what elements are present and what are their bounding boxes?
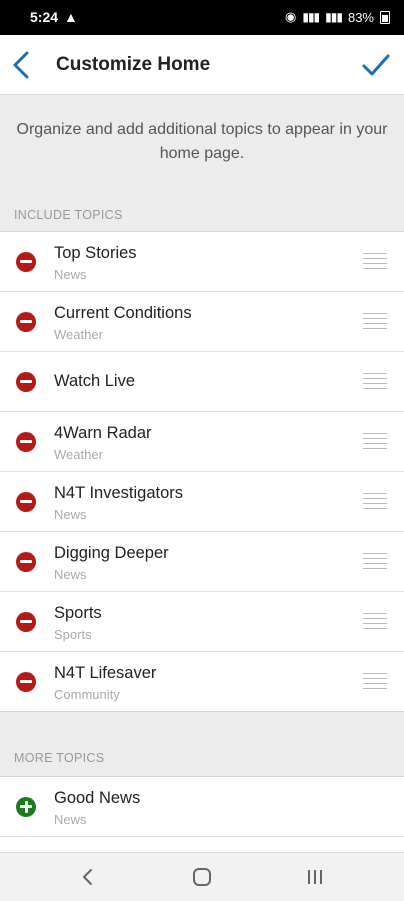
- topic-title: Digging Deeper: [54, 544, 169, 562]
- drag-handle-icon[interactable]: [363, 672, 387, 691]
- checkmark-icon: [362, 54, 390, 76]
- topic-category: News: [54, 812, 87, 827]
- drag-handle-icon[interactable]: [363, 372, 387, 391]
- page-title: Customize Home: [56, 54, 211, 75]
- included-topic-row: Digging Deeper News: [0, 532, 404, 592]
- included-topic-row: Current Conditions Weather: [0, 292, 404, 352]
- topic-title: Watch Live: [54, 372, 136, 390]
- topic-category: Sports: [54, 627, 92, 642]
- back-nav-button[interactable]: [80, 867, 96, 892]
- drag-handle-icon[interactable]: [363, 312, 387, 331]
- topic-category: News: [54, 567, 87, 582]
- included-topic-row: N4T Lifesaver Community: [0, 652, 404, 711]
- topic-category: News: [54, 267, 87, 282]
- topic-category: Weather: [54, 447, 103, 462]
- status-time: 5:24: [30, 9, 59, 25]
- warning-icon: ▲: [64, 9, 78, 25]
- remove-topic-icon[interactable]: [16, 671, 36, 692]
- topic-title: N4T Investigators: [54, 484, 184, 502]
- remove-topic-icon[interactable]: [16, 611, 36, 632]
- included-topic-row: Top Stories News: [0, 232, 404, 292]
- nav-back-icon: [83, 869, 92, 885]
- more-topics-header: MORE TOPICS: [14, 751, 105, 765]
- battery-icon: [380, 10, 390, 24]
- remove-topic-icon[interactable]: [16, 551, 36, 572]
- battery-percent: 83%: [347, 9, 374, 25]
- topic-title: Current Conditions: [54, 304, 192, 322]
- drag-handle-icon[interactable]: [363, 432, 387, 451]
- topic-title: 4Warn Radar: [54, 424, 152, 442]
- done-button[interactable]: [360, 49, 392, 81]
- add-topic-icon[interactable]: [16, 796, 36, 817]
- hotspot-icon: ◉: [285, 9, 297, 24]
- include-topics-header: INCLUDE TOPICS: [14, 208, 123, 222]
- topic-category: Community: [54, 687, 120, 702]
- included-topic-row: N4T Investigators News: [0, 472, 404, 532]
- intro-text: Organize and add additional topics to ap…: [16, 121, 388, 162]
- topic-category: Weather: [54, 327, 103, 342]
- remove-topic-icon[interactable]: [16, 251, 36, 272]
- topic-category: News: [54, 507, 87, 522]
- included-topic-row: Watch Live: [0, 352, 404, 412]
- signal-icon-2: ▮▮▮: [325, 10, 343, 24]
- nav-home-icon: [193, 868, 211, 886]
- topic-title: N4T Lifesaver: [54, 664, 157, 682]
- nav-recents-icon: [308, 870, 322, 884]
- recents-nav-button[interactable]: [305, 867, 325, 892]
- drag-handle-icon[interactable]: [363, 612, 387, 631]
- app-bar: Customize Home: [0, 35, 404, 95]
- system-nav-bar: [0, 852, 404, 901]
- drag-handle-icon[interactable]: [363, 252, 387, 271]
- status-icons: ◉ ▮▮▮ ▮▮▮ 83%: [285, 9, 390, 25]
- remove-topic-icon[interactable]: [16, 431, 36, 452]
- signal-icon: ▮▮▮: [302, 10, 320, 24]
- topic-title: Sports: [54, 604, 102, 622]
- topic-title: Good News: [54, 789, 141, 807]
- remove-topic-icon[interactable]: [16, 371, 36, 392]
- status-bar: 5:24 ▲ ◉ ▮▮▮ ▮▮▮ 83%: [0, 0, 404, 35]
- chevron-left-icon: [13, 51, 29, 79]
- back-button[interactable]: [8, 49, 38, 81]
- drag-handle-icon[interactable]: [363, 552, 387, 571]
- home-nav-button[interactable]: [192, 867, 212, 892]
- included-topic-row: 4Warn Radar Weather: [0, 412, 404, 472]
- include-topics-list: Top Stories News Current Conditions Weather…: [0, 231, 404, 712]
- remove-topic-icon[interactable]: [16, 491, 36, 512]
- more-topic-row: Good News News: [0, 777, 404, 837]
- remove-topic-icon[interactable]: [16, 311, 36, 332]
- included-topic-row: Sports Sports: [0, 592, 404, 652]
- drag-handle-icon[interactable]: [363, 492, 387, 511]
- topic-title: Top Stories: [54, 244, 137, 262]
